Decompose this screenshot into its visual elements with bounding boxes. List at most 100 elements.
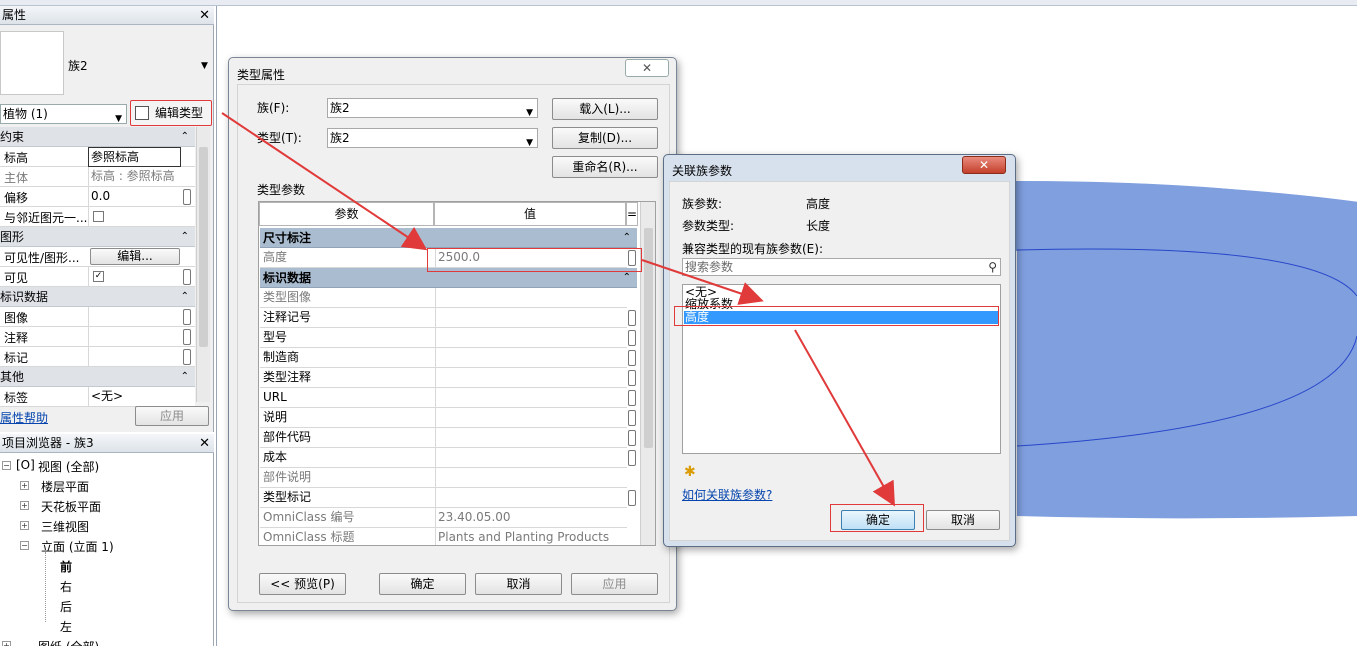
- duplicate-button[interactable]: 复制(D)...: [552, 127, 658, 149]
- group-graphics[interactable]: 图形 ⌃: [0, 227, 195, 247]
- ok-button[interactable]: 确定: [379, 573, 466, 595]
- expand-toggle-icon[interactable]: +: [20, 501, 29, 510]
- prop-value-input[interactable]: 参照标高: [88, 147, 181, 167]
- family-select[interactable]: 族2 ▼: [327, 98, 538, 118]
- edit-button-icon[interactable]: [183, 309, 191, 325]
- param-value[interactable]: [435, 468, 627, 488]
- search-icon[interactable]: ⚲: [988, 259, 997, 275]
- param-row[interactable]: OmniClass 编号 23.40.05.00: [260, 508, 627, 528]
- tree-item-floor-plans[interactable]: 楼层平面: [41, 478, 89, 495]
- edit-visibility-button[interactable]: 编辑...: [90, 248, 180, 265]
- param-row[interactable]: URL: [260, 388, 627, 408]
- associate-param-button[interactable]: [628, 350, 636, 366]
- param-value[interactable]: 23.40.05.00: [435, 508, 627, 528]
- associate-param-button[interactable]: [628, 310, 636, 326]
- collapse-toggle-icon[interactable]: −: [20, 541, 29, 550]
- search-input[interactable]: 搜索参数 ⚲: [682, 258, 1001, 276]
- properties-scrollbar[interactable]: [196, 127, 210, 402]
- column-header-param[interactable]: 参数: [259, 202, 434, 226]
- collapse-icon[interactable]: ⌃: [623, 228, 631, 248]
- prop-row[interactable]: 标记: [0, 347, 195, 367]
- param-value[interactable]: Plants and Planting Products: [435, 528, 627, 545]
- close-button[interactable]: ✕: [625, 59, 669, 77]
- chevron-down-icon[interactable]: ▼: [201, 61, 208, 71]
- scroll-thumb[interactable]: [199, 147, 208, 347]
- prop-row[interactable]: 标高 参照标高: [0, 147, 195, 167]
- param-row[interactable]: OmniClass 标题 Plants and Planting Products: [260, 528, 627, 545]
- param-row[interactable]: 类型注释: [260, 368, 627, 388]
- param-row[interactable]: 类型标记: [260, 488, 627, 508]
- prop-row[interactable]: 标签 <无>: [0, 387, 195, 407]
- checkbox[interactable]: [93, 211, 104, 222]
- prop-row[interactable]: 可见 ✓: [0, 267, 195, 287]
- rename-button[interactable]: 重命名(R)...: [552, 156, 658, 178]
- checkbox-checked[interactable]: ✓: [93, 271, 104, 282]
- close-button[interactable]: ✕: [962, 156, 1006, 174]
- param-row[interactable]: 型号: [260, 328, 627, 348]
- associate-param-button[interactable]: [628, 370, 636, 386]
- prop-row[interactable]: 图像: [0, 307, 195, 327]
- prop-row[interactable]: 偏移 0.0: [0, 187, 195, 207]
- associate-param-button[interactable]: [628, 390, 636, 406]
- tree-item-front[interactable]: 前: [60, 558, 72, 575]
- associate-param-button[interactable]: [628, 430, 636, 446]
- group-other[interactable]: 其他 ⌃: [0, 367, 195, 387]
- param-value[interactable]: [435, 408, 627, 428]
- param-row[interactable]: 部件代码: [260, 428, 627, 448]
- prop-value[interactable]: <无>: [88, 387, 195, 407]
- param-row[interactable]: 制造商: [260, 348, 627, 368]
- preview-button[interactable]: << 预览(P): [259, 573, 346, 595]
- edit-button-icon[interactable]: [183, 349, 191, 365]
- param-row[interactable]: 成本: [260, 448, 627, 468]
- associate-param-button[interactable]: [628, 490, 636, 506]
- type-select[interactable]: 族2 ▼: [327, 128, 538, 148]
- scroll-thumb[interactable]: [644, 228, 653, 448]
- prop-row[interactable]: 与邻近图元一...: [0, 207, 195, 227]
- param-value[interactable]: [435, 448, 627, 468]
- associate-param-button[interactable]: [628, 330, 636, 346]
- edit-type-button[interactable]: 编辑类型: [130, 100, 212, 126]
- group-dimensions[interactable]: 尺寸标注 ⌃: [260, 228, 637, 248]
- collapse-icon[interactable]: ⌃: [181, 367, 189, 387]
- close-icon[interactable]: ✕: [199, 434, 210, 453]
- expand-toggle-icon[interactable]: +: [20, 481, 29, 490]
- load-button[interactable]: 载入(L)...: [552, 98, 658, 120]
- param-value[interactable]: [435, 368, 627, 388]
- param-row[interactable]: 类型图像: [260, 288, 627, 308]
- collapse-toggle-icon[interactable]: −: [2, 461, 11, 470]
- param-value[interactable]: [435, 328, 627, 348]
- expand-toggle-icon[interactable]: +: [2, 641, 11, 646]
- tree-item-ceiling-plans[interactable]: 天花板平面: [41, 498, 101, 515]
- group-constraints[interactable]: 约束 ⌃: [0, 127, 195, 147]
- param-row[interactable]: 说明: [260, 408, 627, 428]
- collapse-icon[interactable]: ⌃: [181, 287, 189, 307]
- tree-item-left[interactable]: 左: [60, 618, 72, 635]
- help-link[interactable]: 如何关联族参数?: [682, 486, 772, 503]
- apply-button[interactable]: 应用: [135, 406, 209, 426]
- edit-button-icon[interactable]: [183, 329, 191, 345]
- tree-item-back[interactable]: 后: [60, 598, 72, 615]
- prop-row[interactable]: 注释: [0, 327, 195, 347]
- param-value[interactable]: [435, 288, 627, 308]
- param-value[interactable]: [435, 388, 627, 408]
- edit-button-icon[interactable]: [183, 189, 191, 205]
- tree-item-right[interactable]: 右: [60, 578, 72, 595]
- category-select[interactable]: 植物 (1) ▼: [0, 104, 127, 124]
- param-row[interactable]: 部件说明: [260, 468, 627, 488]
- tree-item-elevations[interactable]: 立面 (立面 1): [41, 538, 114, 555]
- collapse-icon[interactable]: ⌃: [181, 227, 189, 247]
- prop-row[interactable]: 可见性/图形... 编辑...: [0, 247, 195, 267]
- properties-help-link[interactable]: 属性帮助: [0, 409, 48, 426]
- cancel-button[interactable]: 取消: [926, 510, 1000, 530]
- param-value[interactable]: [435, 488, 627, 508]
- tree-item-sheets[interactable]: 图纸 (全部): [38, 638, 99, 646]
- prop-value[interactable]: 0.0: [88, 187, 195, 207]
- param-value[interactable]: [435, 428, 627, 448]
- collapse-icon[interactable]: ⌃: [181, 127, 189, 147]
- apply-button[interactable]: 应用: [571, 573, 658, 595]
- column-header-formula[interactable]: =: [626, 202, 638, 226]
- tree-root-views[interactable]: 视图 (全部): [38, 458, 99, 475]
- param-row[interactable]: 注释记号: [260, 308, 627, 328]
- tree-item-3d-views[interactable]: 三维视图: [41, 518, 89, 535]
- associate-param-button[interactable]: [628, 450, 636, 466]
